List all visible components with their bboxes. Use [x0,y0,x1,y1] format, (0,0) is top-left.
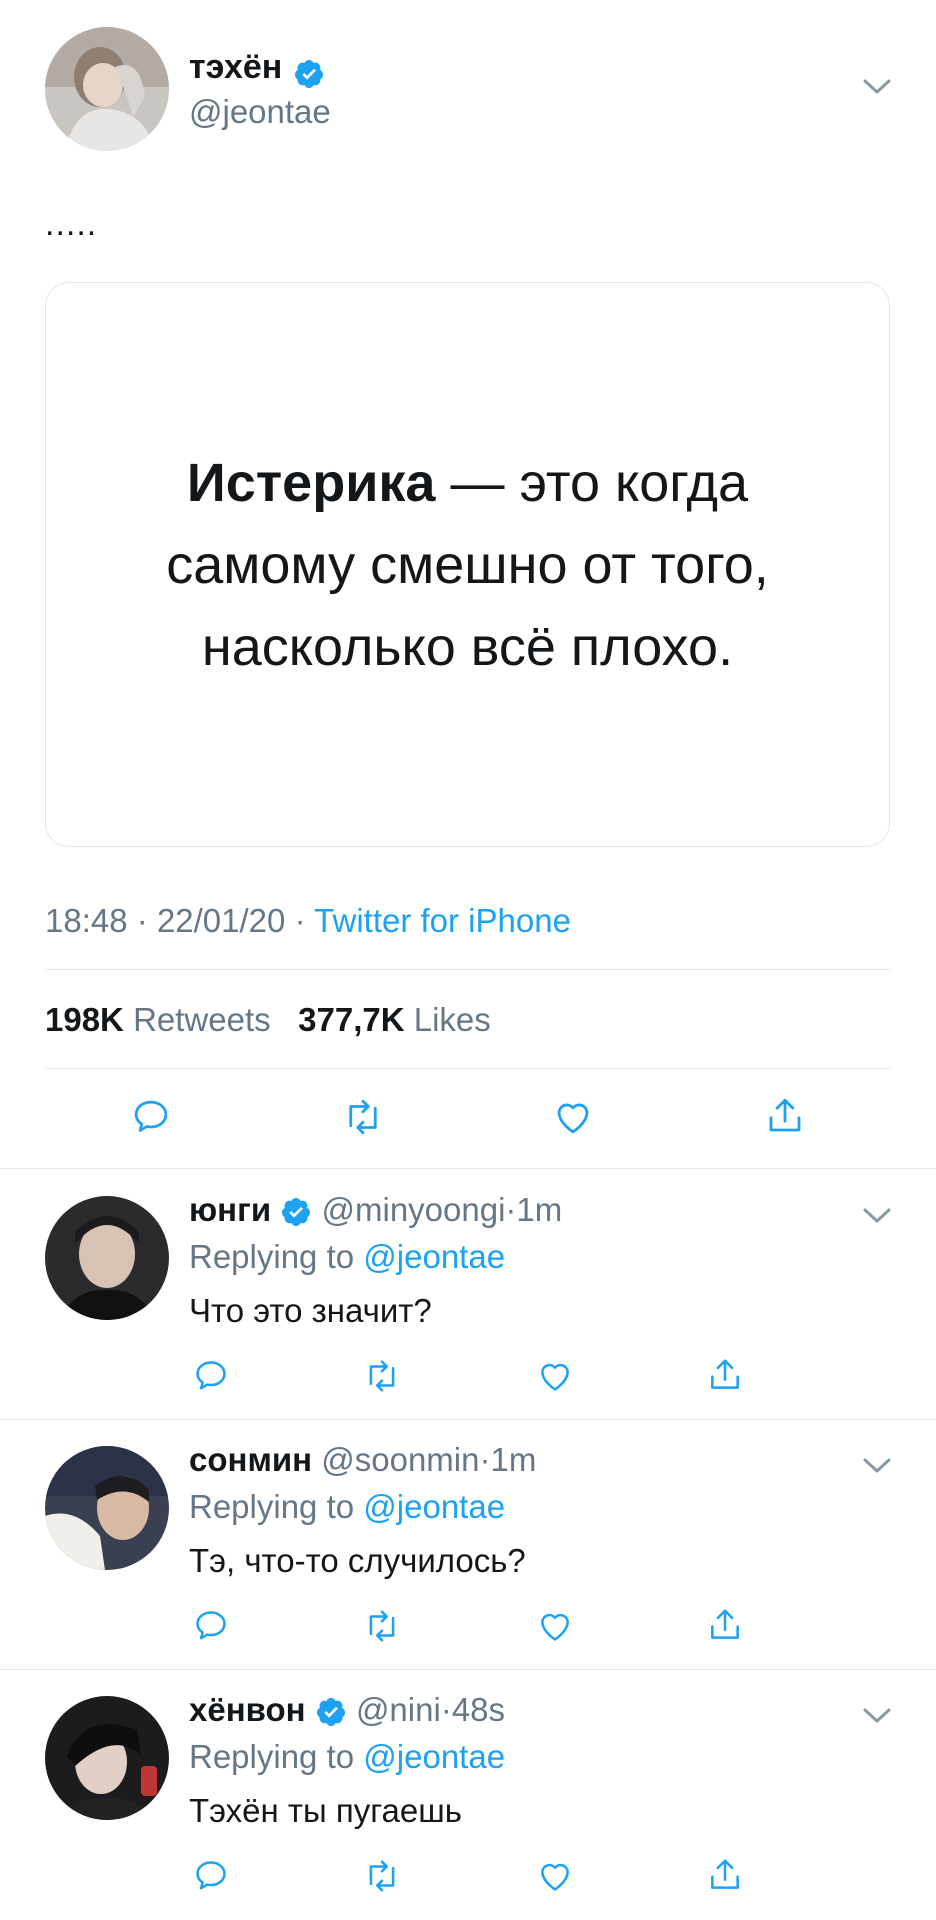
likes-label: Likes [413,1001,491,1038]
tweet-meta: 18:48 · 22/01/20 · Twitter for iPhone [45,902,571,940]
verified-badge-icon [293,58,325,90]
handle[interactable]: @jeontae [189,93,331,131]
author-line: тэхён [189,48,325,90]
tweet-text: ..... [45,205,98,243]
likes-count: 377,7K [298,1001,405,1038]
replying-to-line: Replying to @jeontae [189,1238,505,1276]
meta-separator: · [479,1441,491,1478]
media-quote-line1: — это когда [435,452,749,513]
reply-icon[interactable] [130,1096,172,1138]
display-name[interactable]: хёнвон [189,1691,306,1728]
display-name[interactable]: юнги [189,1191,271,1228]
reply-icon[interactable] [192,1607,230,1645]
replying-to-link[interactable]: @jeontae [363,1738,505,1775]
meta-separator: · [294,902,306,939]
reply-handle[interactable]: @soonmin [321,1441,479,1478]
reply-author-line: юнги @minyoongi·1m [189,1191,562,1229]
avatar[interactable] [45,1446,169,1570]
reply-time: 1m [490,1441,537,1478]
replying-to-label: Replying to [189,1738,355,1775]
reply-author-line: сонмин @soonmin·1m [189,1441,536,1479]
heart-icon[interactable] [535,1607,575,1645]
reply-text: Тэ, что-то случилось? [189,1542,526,1579]
tweet-date: 22/01/20 [156,902,286,939]
replying-to-link[interactable]: @jeontae [363,1488,505,1525]
meta-separator: · [136,902,148,939]
retweets-count: 198K [45,1001,124,1038]
share-icon[interactable] [764,1094,806,1138]
retweet-icon[interactable] [340,1096,386,1138]
reply-tweet[interactable]: хёнвон @nini·48s Replying to @jeontae Тэ… [0,1670,936,1920]
verified-badge-icon [280,1196,312,1228]
heart-icon[interactable] [535,1357,575,1395]
reply-tweet[interactable]: юнги @minyoongi·1m Replying to @jeontae … [0,1169,936,1419]
replying-to-line: Replying to @jeontae [189,1488,505,1526]
divider [45,1068,891,1069]
media-card[interactable]: Истерика — это когда самому смешно от то… [45,282,890,847]
verified-badge-icon [315,1696,347,1728]
avatar[interactable] [45,1196,169,1320]
replying-to-line: Replying to @jeontae [189,1738,505,1776]
meta-separator: · [505,1191,517,1228]
share-icon[interactable] [706,1855,744,1895]
meta-separator: · [440,1691,452,1728]
replying-to-link[interactable]: @jeontae [363,1238,505,1275]
retweets-stat[interactable]: 198K Retweets [45,1001,271,1038]
avatar-image [45,1196,169,1320]
avatar[interactable] [45,1696,169,1820]
display-name[interactable]: сонмин [189,1441,312,1478]
share-icon[interactable] [706,1605,744,1645]
media-quote-line2: самому смешно от того, [166,534,769,595]
display-name[interactable]: тэхён [189,48,282,86]
likes-stat[interactable]: 377,7K Likes [298,1001,491,1038]
avatar-image [45,1696,169,1820]
chevron-down-icon[interactable] [862,1457,892,1475]
retweet-icon[interactable] [361,1857,403,1895]
reply-icon[interactable] [192,1857,230,1895]
media-quote-line3: насколько всё плохо. [201,616,734,677]
tweet-time: 18:48 [45,902,128,939]
reply-icon[interactable] [192,1357,230,1395]
reply-time: 48s [451,1691,506,1728]
chevron-down-icon[interactable] [862,1207,892,1225]
avatar-image [45,1446,169,1570]
retweet-icon[interactable] [361,1607,403,1645]
chevron-down-icon[interactable] [862,78,892,96]
chevron-down-icon[interactable] [862,1707,892,1725]
reply-handle[interactable]: @minyoongi [322,1191,506,1228]
replying-to-label: Replying to [189,1488,355,1525]
reply-author-line: хёнвон @nini·48s [189,1691,505,1729]
heart-icon[interactable] [535,1857,575,1895]
reply-text: Что это значит? [189,1292,432,1329]
media-quote: Истерика — это когда самому смешно от то… [166,442,769,688]
retweet-icon[interactable] [361,1357,403,1395]
avatar[interactable] [45,27,169,151]
tweet-stats: 198K Retweets 377,7K Likes [45,1001,491,1039]
avatar-image [45,27,169,151]
reply-handle[interactable]: @nini [356,1691,441,1728]
reply-time: 1m [516,1191,563,1228]
heart-icon[interactable] [551,1096,595,1138]
replying-to-label: Replying to [189,1238,355,1275]
tweet-source-link[interactable]: Twitter for iPhone [314,902,571,939]
retweets-label: Retweets [133,1001,271,1038]
share-icon[interactable] [706,1355,744,1395]
divider [45,969,891,970]
reply-text: Тэхён ты пугаешь [189,1792,462,1829]
reply-tweet[interactable]: сонмин @soonmin·1m Replying to @jeontae … [0,1420,936,1670]
media-quote-bold: Истерика [186,452,436,513]
